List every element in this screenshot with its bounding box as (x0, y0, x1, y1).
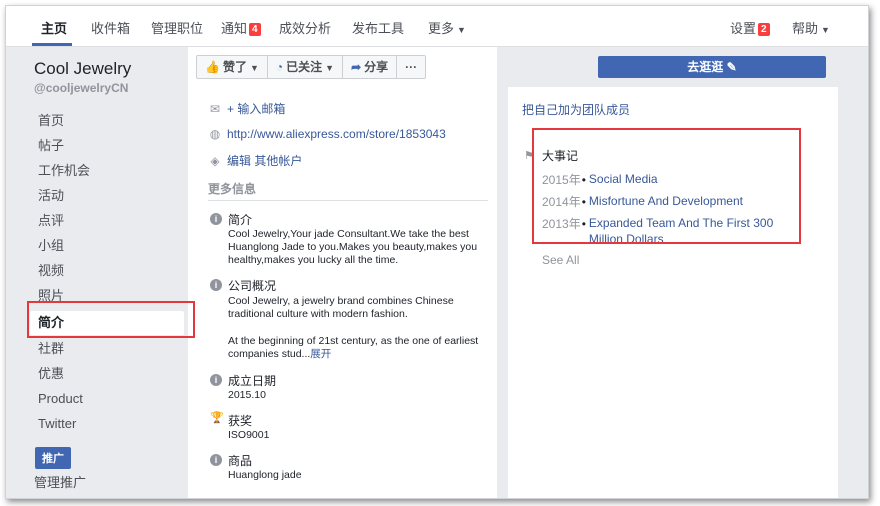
visit-store-button[interactable]: 去逛逛 ✎ (598, 56, 826, 78)
add-yourself-to-team-link[interactable]: 把自己加为团队成员 (522, 101, 630, 118)
sidebar-item-home[interactable]: 首页 (30, 109, 184, 133)
page-action-bar: 👍 赞了 ▼ ◔ 已关注 ▼ ➦ 分享 ··· (196, 55, 427, 79)
see-all-milestones-link[interactable]: See All (542, 253, 579, 267)
about-text: Cool Jewelry,Your jade Consultant.We tak… (228, 228, 478, 266)
chevron-down-icon: ▼ (821, 25, 830, 35)
top-navigation: 主页 收件箱 管理职位 通知 4 成效分析 发布工具 更多 ▼ 设置 2 帮助 ▼ (6, 6, 868, 47)
products-label: 商品 (228, 454, 253, 468)
products-value: Huanglong jade (228, 469, 302, 481)
chevron-down-icon: ▼ (457, 25, 466, 35)
divider (208, 200, 488, 201)
more-info-heading: 更多信息 (208, 182, 257, 196)
sidebar-item-events[interactable]: 活动 (30, 184, 184, 208)
page-title[interactable]: Cool Jewelry (34, 59, 131, 79)
other-accounts-row: ◈ 编辑 其他帐户 (208, 152, 302, 169)
help-label: 帮助 (792, 21, 819, 36)
awards-label: 获奖 (228, 414, 253, 428)
more-actions-button[interactable]: ··· (397, 56, 425, 78)
active-tab-indicator (32, 43, 72, 46)
company-overview-text: Cool Jewelry, a jewelry brand combines C… (228, 295, 454, 320)
sidebar-item-twitter[interactable]: Twitter (30, 412, 184, 436)
about-column: 👍 赞了 ▼ ◔ 已关注 ▼ ➦ 分享 ··· ✉ + 输入邮箱 ◍ http://www.a… (188, 47, 497, 498)
app-window: 主页 收件箱 管理职位 通知 4 成效分析 发布工具 更多 ▼ 设置 2 帮助 ▼ Co… (5, 5, 869, 499)
sidebar-item-videos[interactable]: 视频 (30, 259, 184, 283)
globe-icon: ◍ (209, 127, 221, 141)
company-overview-text-2: At the beginning of 21st century, as the… (228, 335, 488, 361)
right-column: 去逛逛 ✎ 把自己加为团队成员 ⚑ 大事记 2015年• Social Media… (508, 47, 838, 498)
trophy-icon: 🏆 (210, 412, 224, 424)
settings-link[interactable]: 设置 2 (730, 18, 770, 37)
company-overview-excerpt: At the beginning of 21st century, as the… (228, 335, 479, 360)
other-accounts-link[interactable]: 其他帐户 (254, 154, 302, 168)
sidebar-item-groups[interactable]: 小组 (30, 234, 184, 258)
website-row: ◍ http://www.aliexpress.com/store/1853043 (208, 127, 446, 141)
sidebar-item-product[interactable]: Product (30, 387, 184, 411)
sidebar-item-posts[interactable]: 帖子 (30, 134, 184, 158)
add-email-row: ✉ + 输入邮箱 (208, 100, 285, 117)
page-username[interactable]: @cooljewelryCN (34, 81, 128, 95)
like-button[interactable]: 👍 赞了 ▼ (197, 56, 268, 78)
annotation-highlight-milestones (532, 128, 801, 244)
chevron-down-icon: ▼ (325, 63, 335, 73)
website-link[interactable]: http://www.aliexpress.com/store/1853043 (227, 127, 446, 141)
manage-promotions-link[interactable]: 管理推广 (34, 472, 86, 491)
tab-insights[interactable]: 成效分析 (279, 18, 331, 37)
share-label: 分享 (364, 60, 389, 74)
tab-home[interactable]: 主页 (41, 18, 67, 37)
annotation-highlight-about (27, 301, 195, 338)
visit-store-label: 去逛逛 (687, 60, 724, 74)
founded-label: 成立日期 (228, 374, 277, 388)
envelope-icon: ✉ (209, 102, 221, 116)
sidebar-item-community[interactable]: 社群 (30, 337, 184, 361)
company-overview-label: 公司概况 (228, 279, 277, 293)
tab-inbox[interactable]: 收件箱 (91, 18, 130, 37)
tab-publishing-tools[interactable]: 发布工具 (352, 18, 404, 37)
page-sidebar: Cool Jewelry @cooljewelryCN 首页 帖子 工作机会 活… (6, 47, 186, 498)
info-icon: i (210, 454, 222, 466)
tab-notifications-label: 通知 (221, 21, 248, 36)
info-icon: i (210, 374, 222, 386)
share-arrow-icon: ➦ (351, 60, 362, 74)
tab-manage-jobs[interactable]: 管理职位 (151, 18, 203, 37)
tab-more-label: 更多 (428, 21, 455, 36)
follow-button[interactable]: ◔ 已关注 ▼ (268, 56, 344, 78)
sidebar-item-reviews[interactable]: 点评 (30, 209, 184, 233)
info-icon: i (210, 279, 222, 291)
chevron-down-icon: ▼ (249, 63, 259, 73)
share-button[interactable]: ➦ 分享 (343, 56, 398, 78)
about-label: 简介 (228, 213, 253, 227)
tab-notifications[interactable]: 通知 4 (221, 18, 261, 37)
sidebar-item-offers[interactable]: 优惠 (30, 362, 184, 386)
follow-label: 已关注 (286, 60, 323, 74)
notification-badge: 4 (249, 23, 261, 36)
awards-value: ISO9001 (228, 429, 270, 441)
add-email-link[interactable]: + 输入邮箱 (227, 102, 285, 116)
rss-icon: ◔ (275, 60, 284, 74)
pencil-icon: ✎ (726, 60, 737, 74)
cube-icon: ◈ (210, 154, 220, 168)
edit-link[interactable]: 编辑 (227, 154, 251, 168)
sidebar-item-jobs[interactable]: 工作机会 (30, 159, 184, 183)
see-more-link[interactable]: 展开 (310, 348, 331, 360)
tab-more[interactable]: 更多 ▼ (428, 18, 466, 37)
settings-label: 设置 (730, 21, 757, 36)
settings-badge: 2 (758, 23, 770, 36)
thumbs-up-icon: 👍 (205, 60, 220, 74)
info-icon: i (210, 213, 222, 225)
like-label: 赞了 (222, 60, 247, 74)
founded-value: 2015.10 (228, 389, 266, 401)
help-menu[interactable]: 帮助 ▼ (792, 18, 830, 37)
promote-button[interactable]: 推广 (35, 447, 71, 469)
